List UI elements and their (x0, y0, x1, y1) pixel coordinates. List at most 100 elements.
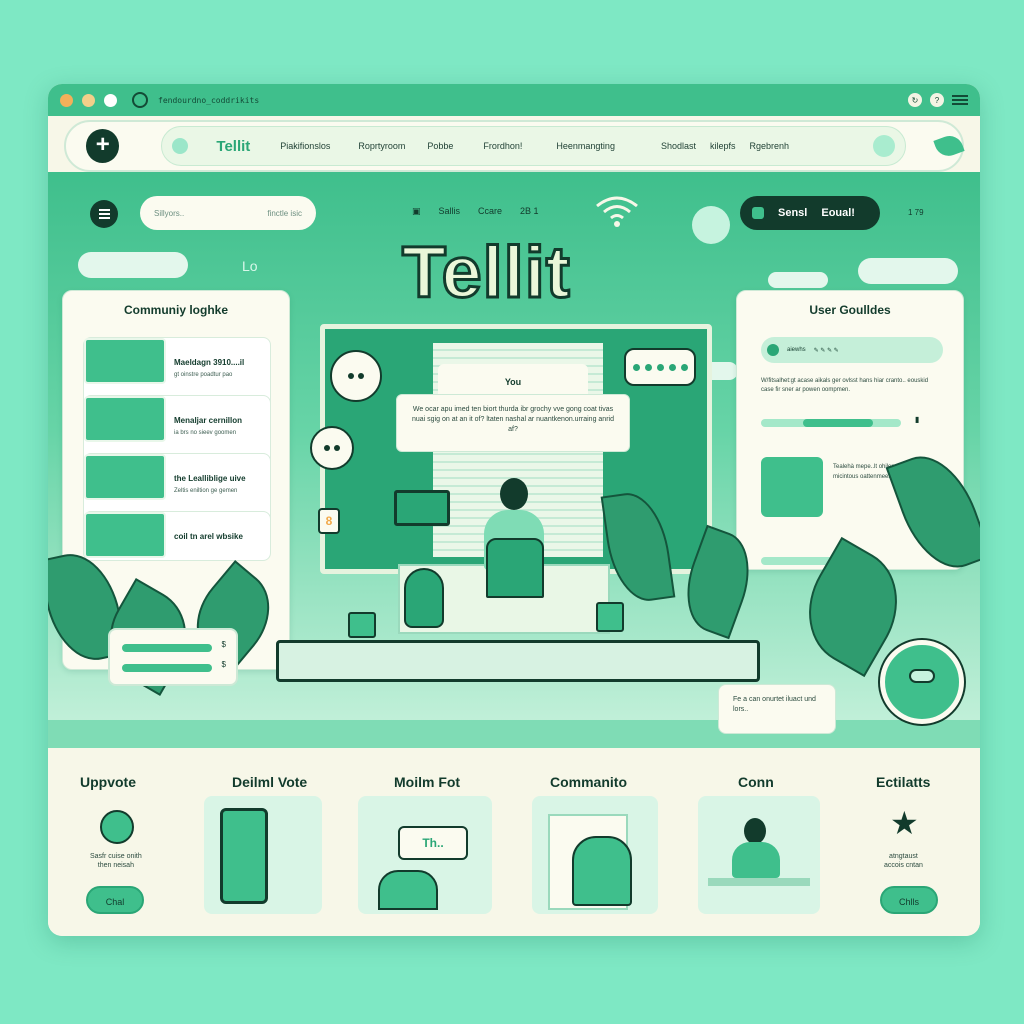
features-row: Uppvote Sasfr cuise onith then neisah Ch… (48, 748, 980, 936)
nav-link[interactable]: Roprtyroom (358, 141, 405, 151)
currency-icon: $ (221, 660, 226, 669)
guide-text: W/fitsalhet:gt acase aikals ger ovlsst h… (761, 378, 929, 393)
hero-meta: ▣ Sallis Ccare 2B 1 (412, 206, 539, 217)
person-head-icon (744, 818, 766, 844)
nav-link[interactable]: kilepfs (710, 141, 736, 151)
trash-icon[interactable]: ▮ (915, 415, 919, 424)
toggle-icon (767, 344, 779, 356)
meta-icon: ▣ (412, 206, 421, 216)
note-bubble: Fe a can onurtet iluact und lors.. (718, 684, 836, 734)
chat-bubble-icon[interactable] (873, 135, 896, 157)
guide-tabs[interactable]: aiewhs ✎ ✎ ✎ ✎ (761, 337, 943, 363)
lock-icon (752, 207, 764, 219)
mini-bar (122, 644, 212, 652)
nav-link[interactable]: Piakifionslos (280, 141, 330, 151)
feature-card-document[interactable] (532, 796, 658, 914)
add-button[interactable]: + (86, 129, 120, 163)
phone-icon (220, 808, 268, 904)
hand-icon (572, 836, 632, 906)
hand-icon (378, 870, 438, 910)
meta-left[interactable]: Sallis (439, 206, 461, 217)
hero-section: Sillyors.. finctle isic ▣ Sallis Ccare 2… (48, 172, 980, 748)
search-placeholder: Sillyors.. (154, 208, 185, 218)
nav-logo[interactable]: Tellit (216, 138, 250, 155)
minimize-window-button[interactable] (82, 93, 95, 107)
logo-icon (172, 138, 189, 154)
cat-figurine (404, 568, 444, 628)
menu-button[interactable] (90, 200, 118, 228)
floor (48, 720, 980, 748)
search-icon[interactable] (132, 92, 148, 108)
avatar (84, 454, 166, 500)
clock-icon (880, 640, 964, 724)
avatar (84, 338, 166, 384)
signal-value: Eoual! (821, 207, 855, 219)
reload-icon[interactable]: ↻ (908, 93, 922, 107)
desk-icon (708, 878, 810, 886)
nav-link[interactable]: Pobbe (427, 141, 453, 151)
nav-link[interactable]: Frordhon! (483, 141, 522, 151)
search-hint: finctle isic (267, 208, 302, 218)
title-bar: fendourdno_coddrikits ↻ ? (48, 84, 980, 116)
desk (276, 640, 760, 682)
community-item-sub: Zeltis eniltion ge gemen (174, 488, 238, 494)
feature-title: Conn (738, 774, 774, 790)
chat-button[interactable]: Chlls (880, 886, 938, 914)
nav-link[interactable]: Shodlast (661, 141, 696, 151)
chat-button[interactable]: Chal (86, 886, 144, 914)
guide-tab-icon: ✎ ✎ ✎ ✎ (813, 347, 839, 354)
community-item[interactable]: coil tn arel wbsike (83, 511, 271, 561)
community-item-title: Maeldagn 3910....il (174, 358, 245, 367)
chat-icon (330, 350, 382, 402)
brand-title: Tellit (401, 232, 572, 315)
hamburger-menu-icon[interactable] (952, 95, 968, 105)
info-icon[interactable]: ? (930, 93, 944, 107)
community-item-sub: ia brs no sieev goomen (174, 430, 237, 436)
top-navigation: + Tellit Piakifionslos Roprtyroom Pobbe … (64, 120, 965, 172)
user-guides-title: User Goulldes (809, 303, 891, 317)
feature-card-message[interactable]: Th.. (358, 796, 492, 914)
feature-title: Commanito (550, 774, 627, 790)
maximize-window-button[interactable] (104, 93, 117, 107)
community-item-sub: gt oinstre poadtur pao (174, 372, 233, 378)
star-icon[interactable]: ★ (890, 804, 919, 842)
signal-button[interactable]: Sensl Eoual! (740, 196, 880, 230)
wifi-icon (596, 196, 638, 227)
currency-icon: $ (221, 640, 226, 649)
browser-window: fendourdno_coddrikits ↻ ? + Tellit Piaki… (48, 84, 980, 936)
feature-title: Deilml Vote (232, 774, 308, 790)
mini-card[interactable]: $ $ (108, 628, 238, 686)
upvote-icon[interactable] (100, 810, 134, 844)
mini-bar (122, 664, 212, 672)
lo-label: Lo (242, 258, 258, 274)
plant-pot (348, 612, 376, 638)
nav-link[interactable]: Heenmangting (556, 141, 615, 151)
search-input[interactable]: Sillyors.. finctle isic (140, 196, 316, 230)
cloud-decoration (858, 258, 958, 284)
leaf-icon (933, 132, 965, 160)
person-body-icon (732, 842, 780, 878)
close-window-button[interactable] (60, 93, 73, 107)
community-item-title: the Lealliblige uive (174, 474, 246, 483)
community-item-title: Menaljar cernillon (174, 416, 243, 425)
meta-mid[interactable]: Ccare (478, 206, 502, 217)
chair-illustration (486, 538, 544, 598)
cloud-decoration (768, 272, 828, 288)
feature-title: Ectilatts (876, 774, 931, 790)
address-bar[interactable]: fendourdno_coddrikits (158, 96, 259, 105)
feature-text: Sasfr cuise onith then neisah (90, 853, 142, 870)
guide-thumbnail (761, 457, 823, 517)
feature-title: Uppvote (80, 774, 136, 790)
community-title: Communiy loghke (123, 303, 228, 317)
feature-title: Moilm Fot (394, 774, 461, 790)
feature-card-person[interactable] (698, 796, 820, 914)
nav-pill: Tellit Piakifionslos Roprtyroom Pobbe Fr… (161, 126, 907, 166)
plant-pot (596, 602, 624, 632)
nav-link[interactable]: Rgebrenh (750, 141, 790, 151)
chat-message: We ocar apu imed ten biort thurda ibr gr… (396, 394, 630, 452)
person-head (500, 478, 528, 510)
feature-card-phone[interactable] (204, 796, 322, 914)
feature-text: atngtaust accois cntan (884, 853, 923, 870)
time-readout: 1 79 (908, 208, 924, 217)
meta-right: 2B 1 (520, 206, 539, 216)
